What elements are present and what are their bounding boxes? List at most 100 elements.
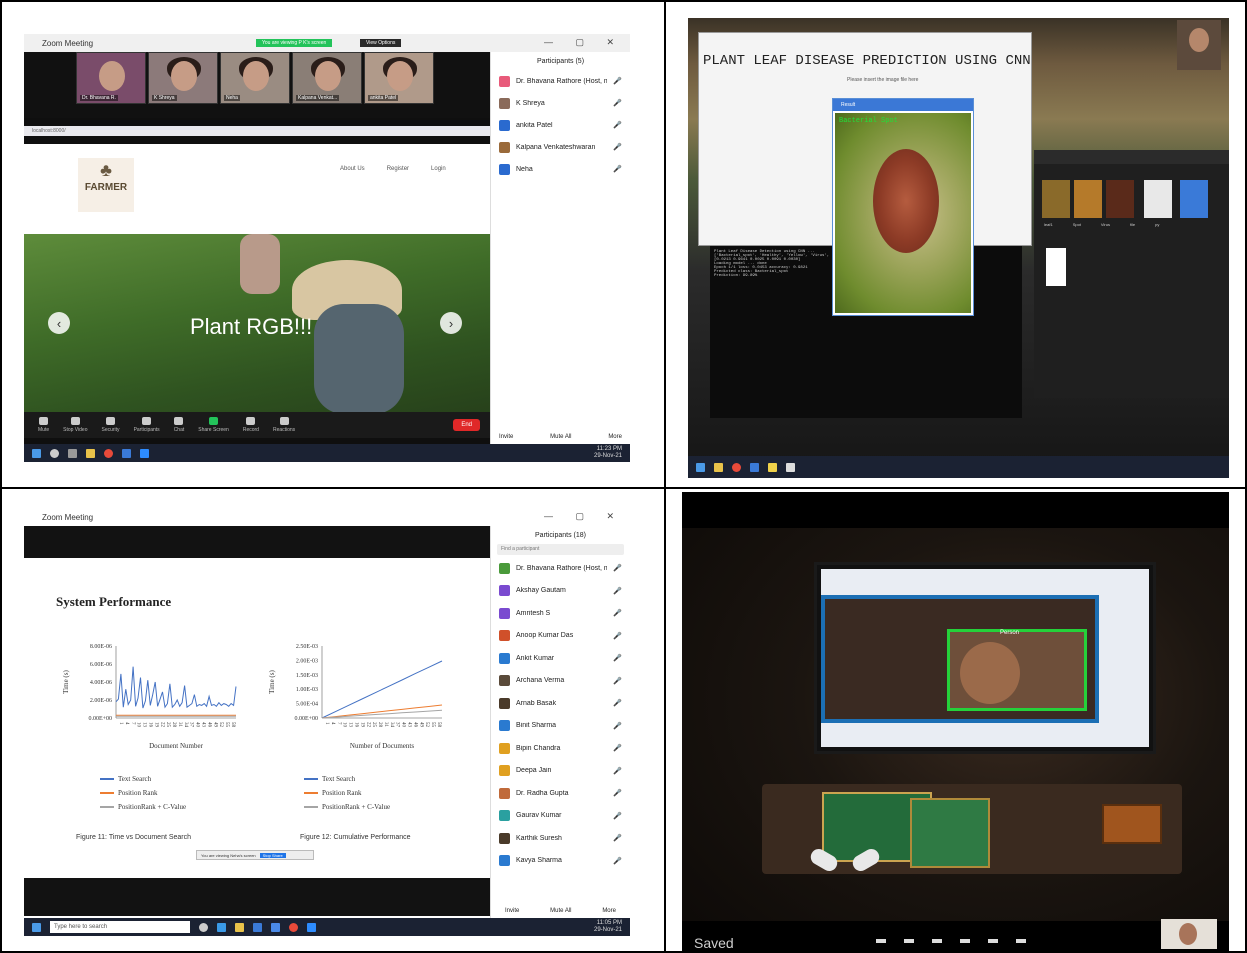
participant-row[interactable]: ankita Patel 🎤 — [491, 114, 630, 136]
x-tick-label: 13 — [142, 722, 147, 728]
nav-about[interactable]: About Us — [340, 166, 365, 172]
carousel-prev-button[interactable]: ‹ — [48, 312, 70, 334]
zoom-icon[interactable] — [140, 448, 149, 458]
file-page-icon[interactable] — [1046, 248, 1066, 286]
store-icon[interactable] — [122, 448, 131, 458]
file-thumbnail[interactable] — [1074, 180, 1102, 218]
end-meeting-button[interactable]: End — [453, 419, 480, 431]
dropbox-icon[interactable] — [271, 922, 280, 932]
participant-row[interactable]: Dr. Radha Gupta 🎤 — [491, 782, 630, 805]
participant-row[interactable]: Deepa Jain 🎤 — [491, 760, 630, 783]
record-button[interactable]: Record — [243, 417, 259, 433]
python-icon[interactable] — [768, 462, 777, 472]
zoom-icon[interactable] — [307, 922, 316, 932]
security-button[interactable]: Security — [102, 417, 120, 433]
start-icon[interactable] — [32, 448, 41, 458]
view-options-button[interactable]: View Options — [360, 39, 402, 47]
x-tick-label: 49 — [212, 722, 217, 728]
invite-button[interactable]: Invite — [505, 908, 519, 914]
video-tile[interactable]: ankita Patel — [364, 52, 434, 104]
store-icon[interactable] — [253, 922, 262, 932]
participant-row[interactable]: Gaurav Kumar 🎤 — [491, 805, 630, 828]
start-icon[interactable] — [32, 922, 41, 932]
participant-row[interactable]: Ankit Kumar 🎤 — [491, 647, 630, 670]
participant-name: Dr. Radha Gupta — [516, 789, 569, 797]
window-controls[interactable]: — ▢ ✕ — [544, 37, 624, 48]
participant-row[interactable]: Kalpana Venkateshwaran 🎤 — [491, 136, 630, 158]
mute-all-button[interactable]: Mute All — [550, 434, 571, 440]
participant-row[interactable]: Bipin Chandra 🎤 — [491, 737, 630, 760]
more-button[interactable]: More — [602, 908, 616, 914]
file-thumbnail[interactable] — [1144, 180, 1172, 218]
mute-all-button[interactable]: Mute All — [550, 908, 571, 914]
reactions-button[interactable]: Reactions — [273, 417, 295, 433]
store-icon[interactable] — [750, 462, 759, 472]
participant-name: Gaurav Kumar — [516, 812, 562, 820]
participant-row[interactable]: Neha 🎤 — [491, 158, 630, 180]
explorer-icon[interactable] — [86, 448, 95, 458]
participant-row[interactable]: Amritesh S 🎤 — [491, 602, 630, 625]
site-nav: About Us Register Login — [340, 166, 446, 172]
more-button[interactable]: More — [608, 434, 622, 440]
share-screen-button[interactable]: Share Screen — [198, 417, 229, 433]
chrome-icon[interactable] — [289, 922, 298, 932]
explorer-icon[interactable] — [714, 462, 723, 472]
mute-button[interactable]: Mute — [38, 417, 49, 433]
cortana-icon[interactable] — [199, 922, 208, 932]
participant-row[interactable]: Dr. Bhavana Rathore (Host, me) 🎤 — [491, 557, 630, 580]
participant-row[interactable]: Archana Verma 🎤 — [491, 670, 630, 693]
series-line-text-search — [115, 666, 237, 709]
participant-row[interactable]: Karthik Suresh 🎤 — [491, 827, 630, 850]
x-tick-label: 16 — [147, 722, 152, 728]
participant-row[interactable]: Arnab Basak 🎤 — [491, 692, 630, 715]
chrome-icon[interactable] — [104, 448, 113, 458]
taskview-icon[interactable] — [68, 448, 77, 458]
video-tile[interactable]: Neha — [220, 52, 290, 104]
participant-row[interactable]: Akshay Gautam 🎤 — [491, 580, 630, 603]
search-icon[interactable] — [50, 448, 59, 458]
stop-share-button[interactable]: Stop Share — [259, 852, 286, 858]
file-thumbnail[interactable] — [1106, 180, 1134, 218]
participant-search[interactable]: Find a participant — [497, 544, 624, 555]
zoom-title-bar: Zoom Meeting — ▢ ✕ — [24, 508, 630, 526]
legend-item: Text Search — [100, 772, 186, 786]
video-strip: Dr. Bhavana R. K Shreya Neha Kalpana Ven… — [24, 52, 490, 118]
x-tick-label: 40 — [195, 722, 200, 728]
explorer-icon[interactable] — [235, 922, 244, 932]
invite-button[interactable]: Invite — [499, 434, 513, 440]
mic-muted-icon: 🎤 — [613, 565, 622, 573]
participants-button[interactable]: Participants — [134, 417, 160, 433]
start-icon[interactable] — [696, 462, 705, 472]
participant-row[interactable]: K Shreya 🎤 — [491, 92, 630, 114]
chat-button[interactable]: Chat — [174, 417, 184, 433]
video-tile[interactable]: Kalpana Venkat... — [292, 52, 362, 104]
mic-muted-icon: 🎤 — [613, 587, 622, 595]
panel-system-performance: Zoom Meeting — ▢ ✕ System Performance 8.… — [24, 508, 630, 936]
participants-footer: Invite Mute All More — [505, 908, 616, 914]
pager-dots[interactable] — [876, 939, 1026, 943]
participant-row[interactable]: Binit Sharma 🎤 — [491, 715, 630, 738]
mic-icon: 🎤 — [613, 166, 622, 173]
mic-icon: 🎤 — [613, 144, 622, 151]
mic-muted-icon: 🎤 — [613, 700, 622, 708]
carousel-next-button[interactable]: › — [440, 312, 462, 334]
terminal-icon[interactable] — [786, 462, 795, 472]
participant-row[interactable]: Dr. Bhavana Rathore (Host, me) 🎤 — [491, 70, 630, 92]
video-tile[interactable]: K Shreya — [148, 52, 218, 104]
participant-row[interactable]: Kavya Sharma 🎤 — [491, 850, 630, 873]
taskbar-search-box[interactable]: Type here to search — [50, 921, 190, 933]
browser-address-bar[interactable]: localhost:8000/ — [24, 126, 490, 136]
participant-row[interactable]: Anoop Kumar Das 🎤 — [491, 625, 630, 648]
python-file-icon[interactable] — [1180, 180, 1208, 218]
file-thumbnail[interactable] — [1042, 180, 1070, 218]
participant-name: Ankit Kumar — [516, 654, 555, 662]
nav-login[interactable]: Login — [431, 166, 446, 172]
nav-register[interactable]: Register — [387, 166, 409, 172]
edge-icon[interactable] — [217, 922, 226, 932]
site-logo[interactable]: ♣ FARMER — [78, 158, 134, 212]
y-tick-label: 6.00E-06 — [90, 662, 112, 668]
video-tile[interactable]: Dr. Bhavana R. — [76, 52, 146, 104]
chrome-icon[interactable] — [732, 462, 741, 472]
window-controls[interactable]: — ▢ ✕ — [544, 511, 624, 522]
video-button[interactable]: Stop Video — [63, 417, 88, 433]
